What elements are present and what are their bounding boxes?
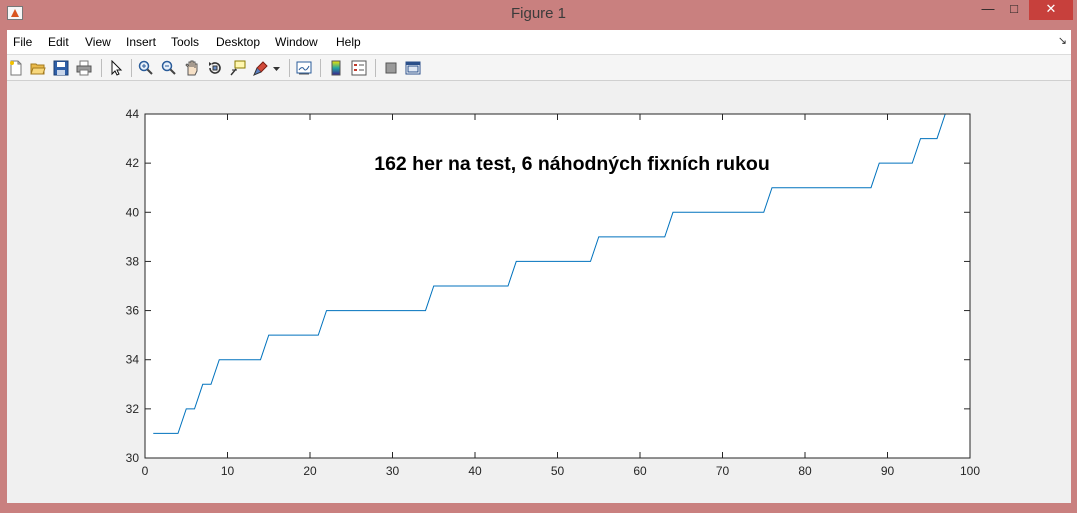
x-tick-label: 60: [633, 464, 647, 478]
menu-dock-arrow-icon[interactable]: ↘: [1058, 34, 1067, 47]
y-tick-label: 36: [126, 304, 140, 318]
y-tick-label: 44: [126, 107, 140, 121]
x-tick-label: 40: [468, 464, 482, 478]
toolbar-separator: [131, 59, 132, 77]
toolbar-separator: [375, 59, 376, 77]
brush-icon[interactable]: [253, 60, 269, 76]
insert-legend-icon[interactable]: [351, 60, 367, 76]
brush-dropdown-icon[interactable]: [272, 60, 281, 76]
minimize-button[interactable]: —: [975, 0, 1001, 20]
x-tick-label: 80: [798, 464, 812, 478]
menu-file[interactable]: File: [13, 35, 32, 49]
menu-bar: File Edit View Insert Tools Desktop Wind…: [7, 30, 1071, 54]
window-title: Figure 1: [510, 5, 567, 22]
x-tick-label: 30: [386, 464, 400, 478]
edit-plot-arrow-icon[interactable]: [108, 60, 124, 76]
menu-tools[interactable]: Tools: [171, 35, 199, 49]
x-tick-label: 20: [303, 464, 317, 478]
menu-insert[interactable]: Insert: [126, 35, 156, 49]
y-tick-label: 34: [126, 353, 140, 367]
toolbar-separator: [101, 59, 102, 77]
y-tick-label: 42: [126, 156, 140, 170]
line-chart[interactable]: 3032343638404244 0 10 20 30 40 50 60 70 80 90 100 …: [7, 81, 1071, 503]
print-icon[interactable]: [76, 60, 92, 76]
window-bottom-border: [0, 503, 1077, 513]
zoom-in-icon[interactable]: [138, 60, 154, 76]
link-plot-icon[interactable]: [296, 60, 312, 76]
y-tick-label: 40: [126, 205, 140, 219]
close-button[interactable]: ✕: [1029, 0, 1073, 20]
x-tick-label: 0: [142, 464, 149, 478]
chart-title: 162 her na test, 6 náhodných fixních ruk…: [374, 153, 770, 175]
maximize-button[interactable]: □: [1001, 0, 1027, 20]
toolbar-separator: [320, 59, 321, 77]
zoom-out-icon[interactable]: [161, 60, 177, 76]
toolbar-separator: [289, 59, 290, 77]
data-cursor-icon[interactable]: [230, 60, 246, 76]
open-file-icon[interactable]: [30, 60, 46, 76]
y-tick-label: 38: [126, 254, 140, 268]
y-tick-label: 32: [126, 402, 140, 416]
menu-window[interactable]: Window: [275, 35, 318, 49]
x-tick-label: 10: [221, 464, 235, 478]
x-tick-label: 90: [881, 464, 895, 478]
rotate-3d-icon[interactable]: [207, 60, 223, 76]
menu-desktop[interactable]: Desktop: [216, 35, 260, 49]
menu-view[interactable]: View: [85, 35, 111, 49]
menu-help[interactable]: Help: [336, 35, 361, 49]
pan-hand-icon[interactable]: [184, 60, 200, 76]
insert-colorbar-icon[interactable]: [328, 60, 344, 76]
show-plot-tools-icon[interactable]: [405, 60, 421, 76]
y-tick-label: 30: [126, 451, 140, 465]
x-tick-label: 100: [960, 464, 980, 478]
figure-toolbar: [7, 54, 1071, 81]
menu-edit[interactable]: Edit: [48, 35, 69, 49]
x-tick-label: 50: [551, 464, 565, 478]
hide-plot-tools-icon[interactable]: [383, 60, 399, 76]
window-titlebar: Figure 1 — □ ✕: [0, 0, 1077, 30]
save-icon[interactable]: [53, 60, 69, 76]
new-figure-icon[interactable]: [8, 60, 24, 76]
x-tick-label: 70: [716, 464, 730, 478]
figure-canvas-area: 30 32 34 36 38 40 42 44 0 10 20 30 40 50 60 70 80 90 100 …: [7, 81, 1071, 503]
